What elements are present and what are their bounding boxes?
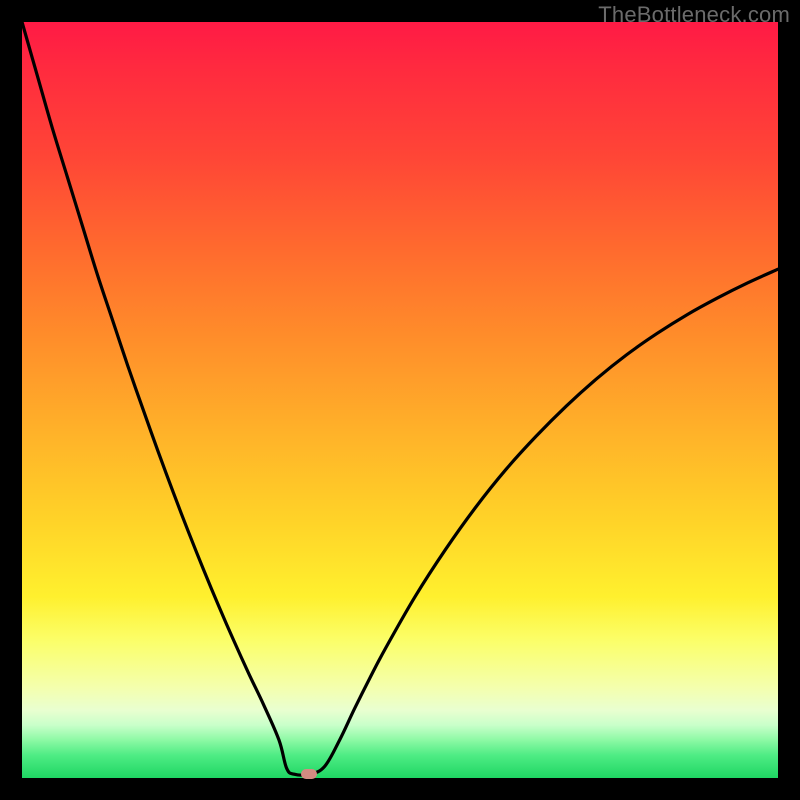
plot-area <box>22 22 778 778</box>
bottleneck-curve <box>22 22 778 778</box>
chart-frame: TheBottleneck.com <box>0 0 800 800</box>
optimum-marker <box>301 769 317 779</box>
attribution-text: TheBottleneck.com <box>598 2 790 28</box>
